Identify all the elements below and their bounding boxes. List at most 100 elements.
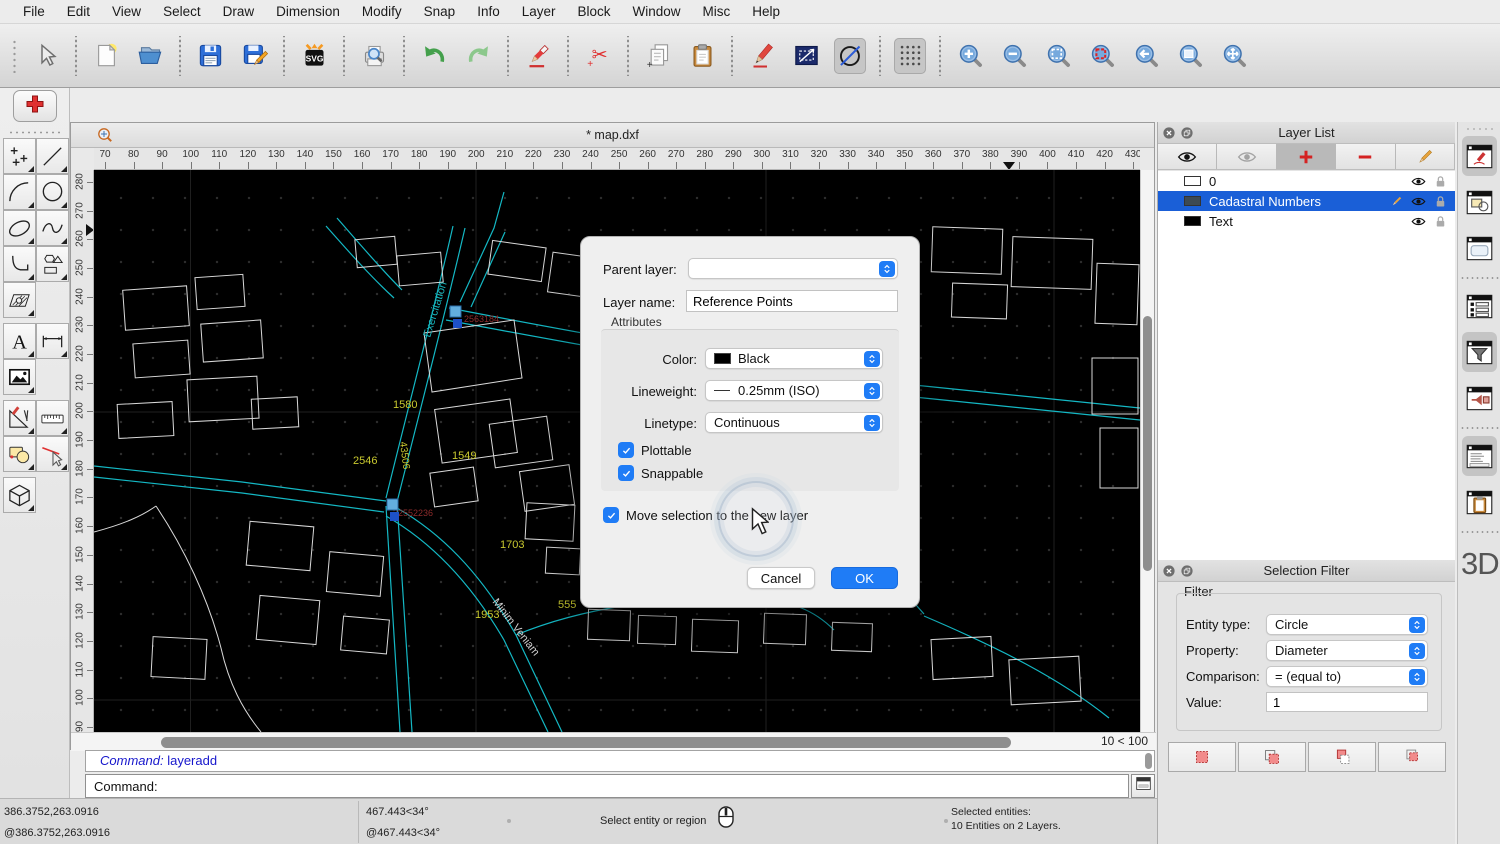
layer-visibility-icon[interactable] [1411, 174, 1433, 189]
snap-grid-button[interactable] [894, 37, 926, 74]
menu-window[interactable]: Window [622, 0, 692, 24]
cut-button[interactable]: ✂ + [582, 38, 614, 74]
polyline-tool-button[interactable] [3, 246, 36, 282]
zoom-previous-button[interactable] [1130, 38, 1162, 74]
add-matching-to-selection-button[interactable] [1238, 742, 1306, 772]
palette-drag-handle[interactable] [8, 130, 60, 135]
drawing-window-titlebar[interactable]: * map.dxf [71, 123, 1154, 148]
command-line-panel-toggle-button[interactable] [1462, 436, 1497, 476]
3d-dock-label[interactable]: 3D [1461, 546, 1500, 582]
vertical-scrollbar[interactable] [1140, 170, 1154, 732]
new-document-button[interactable] [90, 38, 122, 74]
copy-button[interactable]: + [642, 38, 674, 74]
selection-window-button[interactable] [790, 38, 822, 74]
menu-view[interactable]: View [101, 0, 152, 24]
zoom-out-button[interactable] [998, 38, 1030, 74]
box-3d-tool-button[interactable] [3, 477, 36, 513]
zoom-window-button[interactable] [1174, 38, 1206, 74]
blank-panel-toggle-button[interactable] [1462, 228, 1497, 268]
menu-modify[interactable]: Modify [351, 0, 413, 24]
menu-snap[interactable]: Snap [413, 0, 467, 24]
save-as-button[interactable] [238, 38, 270, 74]
cad-tools-tool-button[interactable] [3, 400, 36, 436]
image-tool-button[interactable] [3, 359, 36, 395]
menu-select[interactable]: Select [152, 0, 212, 24]
menu-help[interactable]: Help [741, 0, 791, 24]
menu-misc[interactable]: Misc [692, 0, 742, 24]
remove-matching-from-selection-button[interactable] [1308, 742, 1376, 772]
delete-selected-tool-button[interactable] [36, 436, 69, 472]
lineweight-dropdown[interactable]: 0.25mm (ISO) [705, 380, 883, 401]
show-all-layers-button[interactable] [1158, 144, 1218, 169]
delete-entities-button[interactable] [522, 38, 554, 74]
layer-name-input[interactable] [686, 290, 898, 312]
select-matching-within-selection-button[interactable] [1378, 742, 1446, 772]
vertical-scrollbar-thumb[interactable] [1143, 316, 1152, 571]
parent-layer-dropdown[interactable] [688, 258, 898, 279]
notification-panel-toggle-button[interactable] [1462, 378, 1497, 418]
close-panel-icon[interactable] [1162, 126, 1176, 140]
ok-button[interactable]: OK [831, 567, 898, 589]
plottable-checkbox[interactable]: Plottable [618, 442, 692, 458]
layer-lock-icon[interactable] [1433, 214, 1455, 229]
redo-button[interactable] [462, 38, 494, 74]
menu-info[interactable]: Info [466, 0, 511, 24]
property-editor-panel-toggle-button[interactable] [1462, 136, 1497, 176]
comparison-dropdown[interactable]: = (equal to) [1266, 666, 1428, 687]
property-dropdown[interactable]: Diameter [1266, 640, 1428, 661]
save-button[interactable] [194, 38, 226, 74]
arc-tool-button[interactable] [3, 174, 36, 210]
color-dropdown[interactable]: Black [705, 348, 883, 369]
dimension-tool-button[interactable] [36, 323, 69, 359]
menu-file[interactable]: File [12, 0, 56, 24]
layer-list-panel-toggle-button[interactable] [1462, 286, 1497, 326]
menu-block[interactable]: Block [567, 0, 622, 24]
ellipse-tool-button[interactable] [3, 210, 36, 246]
add-layer-button[interactable] [1276, 144, 1337, 169]
cad-plus-button[interactable] [13, 90, 57, 122]
modify-tool-button[interactable] [3, 436, 36, 472]
draw-pencil-button[interactable] [746, 38, 778, 74]
zoom-auto-button[interactable] [1042, 38, 1074, 74]
clipboard-panel-toggle-button[interactable] [1462, 482, 1497, 522]
zoom-in-button[interactable] [954, 38, 986, 74]
snappable-checkbox[interactable]: Snappable [618, 465, 703, 481]
detach-panel-icon[interactable] [1180, 126, 1194, 140]
undo-button[interactable] [418, 38, 450, 74]
menu-layer[interactable]: Layer [511, 0, 567, 24]
menu-edit[interactable]: Edit [56, 0, 101, 24]
select-matching-button[interactable] [1168, 742, 1236, 772]
dock-drag-handle[interactable] [1465, 127, 1495, 131]
menu-draw[interactable]: Draw [212, 0, 266, 24]
command-input[interactable] [163, 776, 1128, 796]
command-history-scrollbar[interactable] [1145, 753, 1152, 769]
remove-layer-button[interactable] [1336, 144, 1396, 169]
close-panel-icon[interactable] [1162, 564, 1176, 578]
horizontal-scrollbar[interactable]: 10 < 100 [71, 732, 1156, 751]
print-preview-button[interactable] [358, 38, 390, 74]
layer-row[interactable]: Cadastral Numbers [1158, 191, 1455, 211]
paste-button[interactable] [686, 38, 718, 74]
layer-row[interactable]: Text [1158, 211, 1455, 231]
menu-dimension[interactable]: Dimension [265, 0, 351, 24]
layer-visibility-icon[interactable] [1411, 214, 1433, 229]
open-file-button[interactable] [134, 38, 166, 74]
circle-tool-button[interactable] [36, 174, 69, 210]
spline-tool-button[interactable] [36, 210, 69, 246]
edit-layer-button[interactable] [1395, 144, 1456, 169]
detach-panel-icon[interactable] [1180, 564, 1194, 578]
layer-row[interactable]: 0 [1158, 171, 1455, 191]
linetype-dropdown[interactable]: Continuous [705, 412, 883, 433]
zoom-selection-button[interactable] [1086, 38, 1118, 74]
horizontal-scrollbar-thumb[interactable] [161, 736, 1011, 748]
selection-filter-panel-toggle-button[interactable] [1462, 332, 1497, 372]
hatch-tool-button[interactable] [3, 282, 36, 318]
command-input-field[interactable]: Command: [85, 774, 1129, 798]
zoom-pan-button[interactable] [1218, 38, 1250, 74]
selection-pointer-button[interactable] [30, 38, 62, 74]
modification-panel-toggle-button[interactable] [1462, 182, 1497, 222]
command-options-button[interactable] [1131, 774, 1155, 798]
line-tool-button[interactable] [36, 138, 69, 174]
entity-type-dropdown[interactable]: Circle [1266, 614, 1428, 635]
measure-tool-button[interactable] [36, 400, 69, 436]
